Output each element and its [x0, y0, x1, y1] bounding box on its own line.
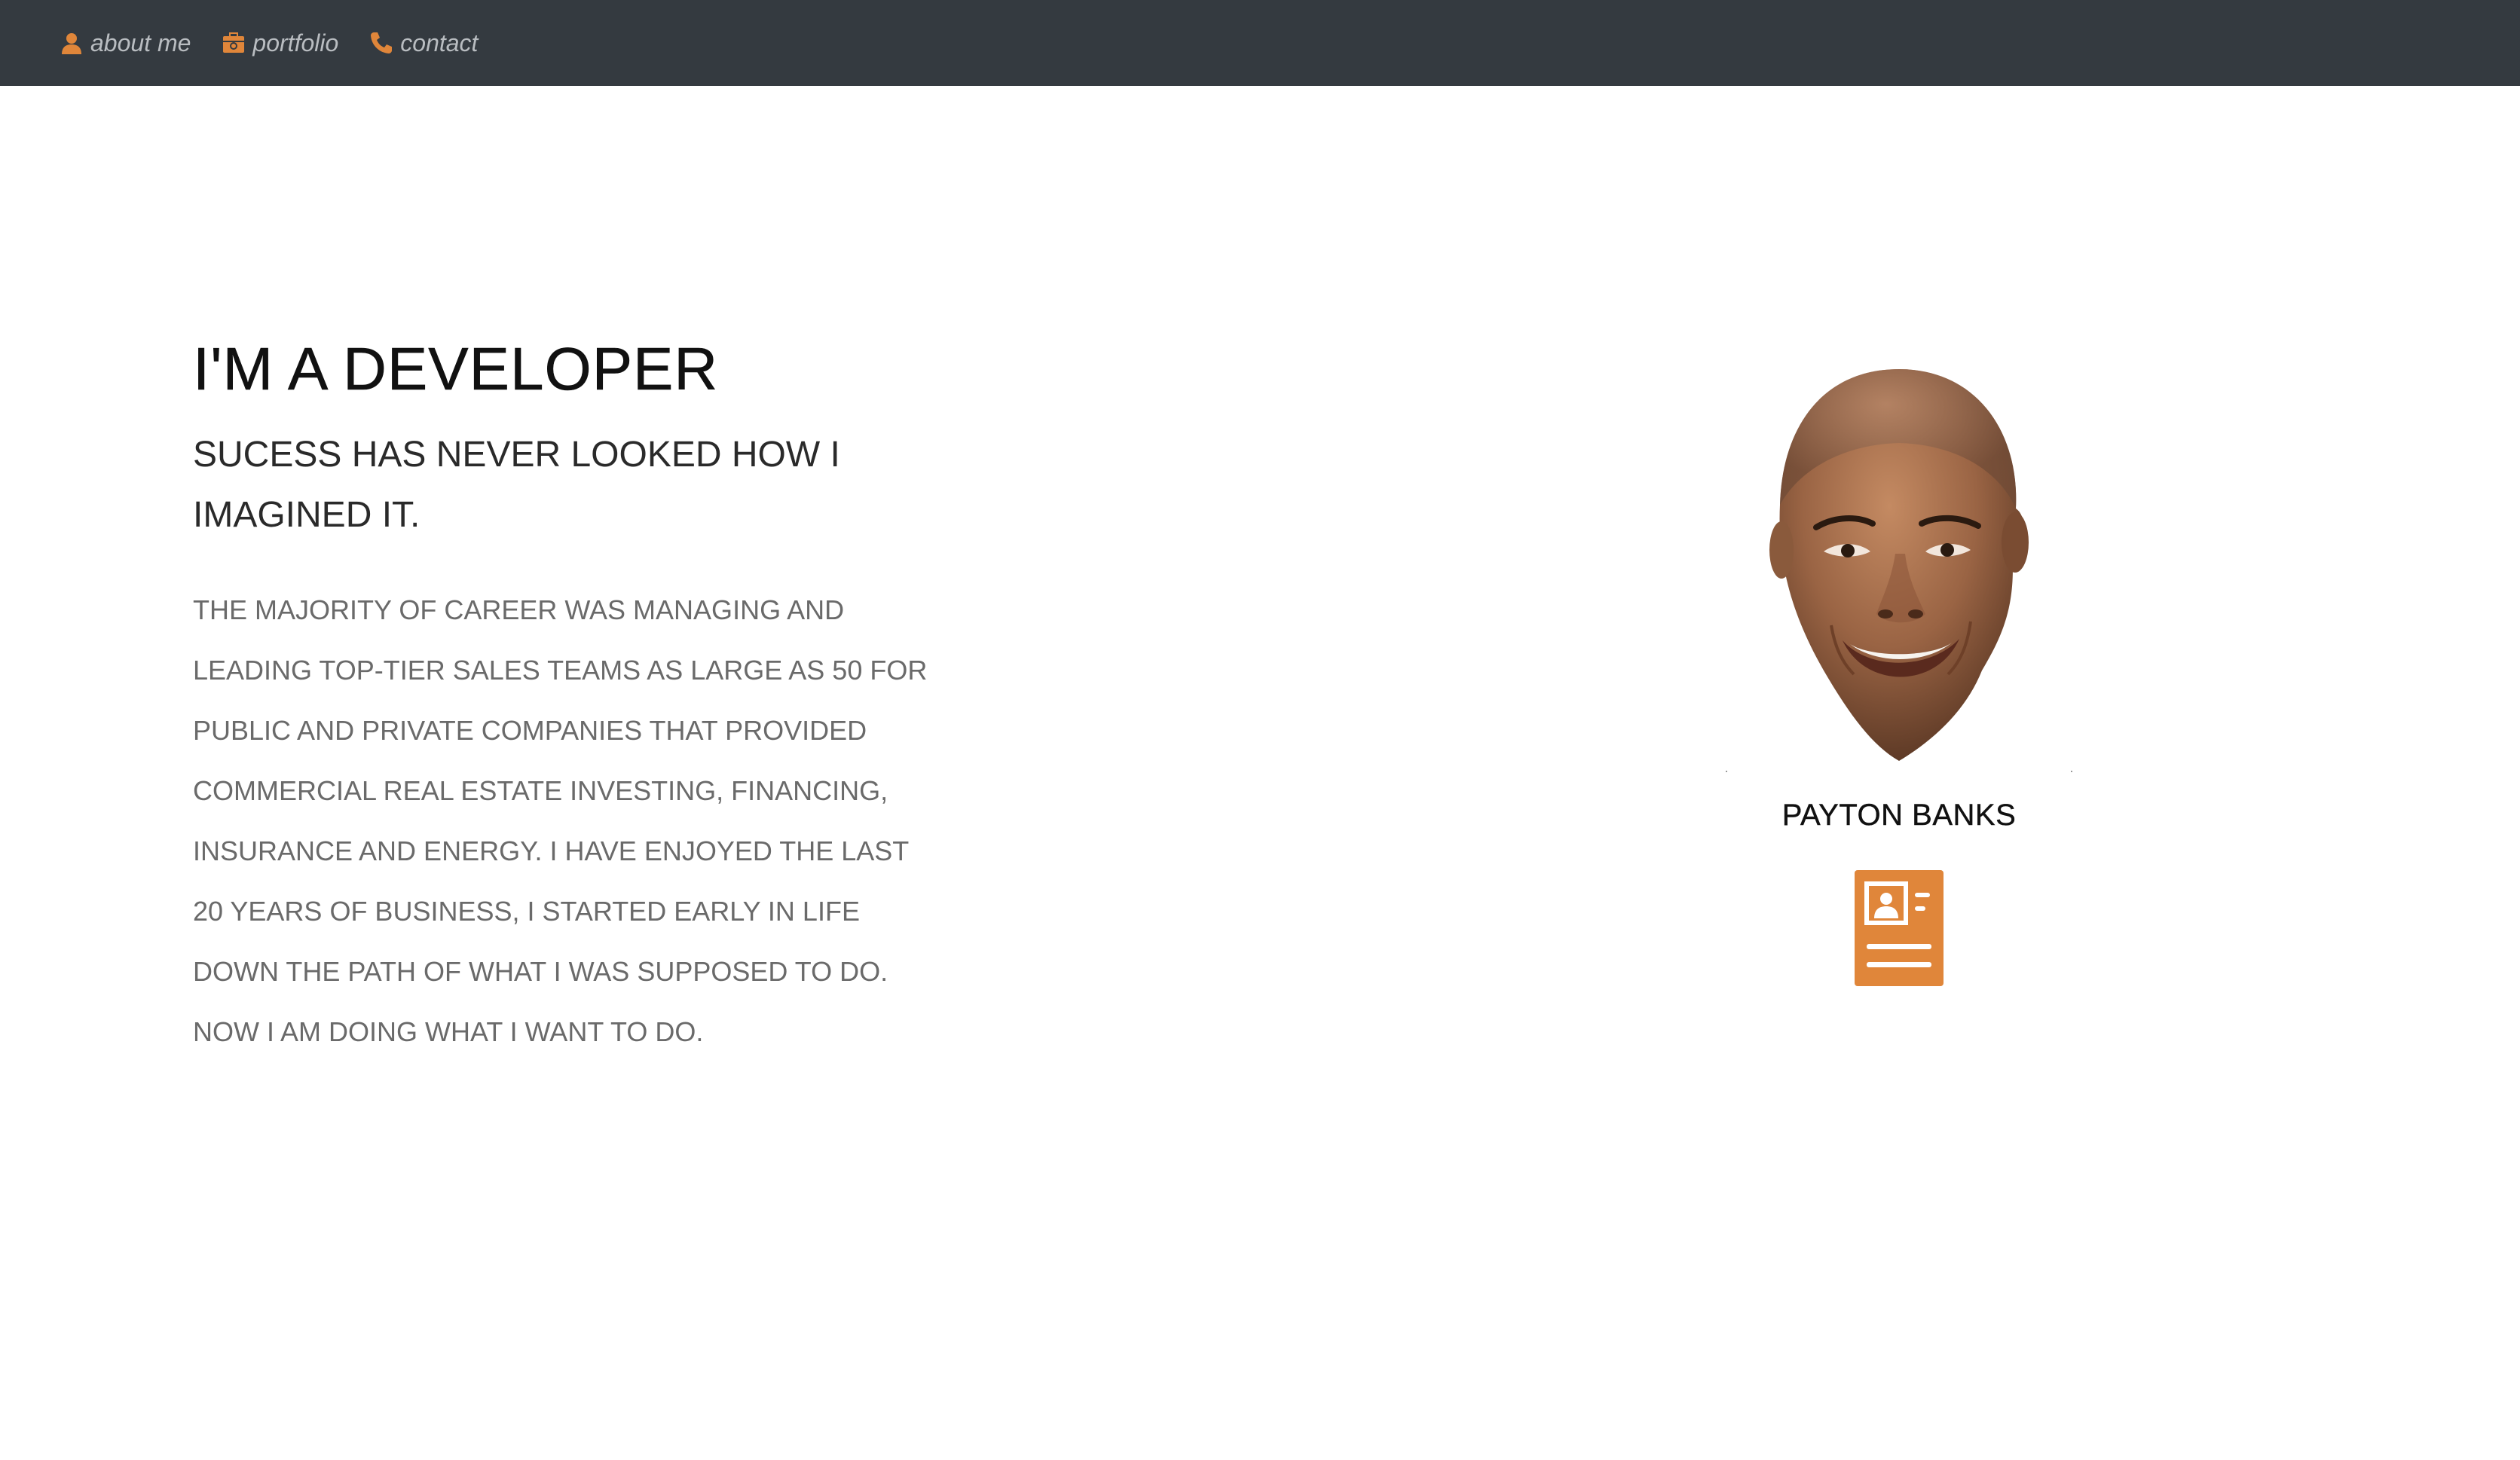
phone-icon: [371, 32, 393, 53]
nav-label-portfolio: portfolio: [252, 29, 339, 57]
hero-subheading: SUCESS HAS NEVER LOOKED HOW I IMAGINED I…: [193, 435, 840, 535]
nav-label-about-me: about me: [90, 29, 191, 57]
hero-section: I'M A DEVELOPER SUCESS HAS NEVER LOOKED …: [193, 331, 947, 1062]
profile-portrait: [1726, 369, 2072, 772]
nav-list: about me portfolio contact: [59, 0, 508, 86]
briefcase-icon: [223, 32, 245, 53]
nav-item-portfolio[interactable]: portfolio: [221, 29, 338, 57]
nav-label-contact: contact: [400, 29, 479, 57]
profile-name: PAYTON BANKS: [1781, 799, 2017, 832]
nav-item-about-me[interactable]: about me: [59, 29, 191, 57]
nav-item-contact[interactable]: contact: [369, 29, 478, 57]
person-icon: [62, 33, 81, 54]
top-navbar: about me portfolio contact: [0, 0, 2520, 86]
profile-card: PAYTON BANKS: [1658, 354, 2140, 986]
id-card-icon[interactable]: [1855, 870, 1944, 986]
page-title: I'M A DEVELOPER: [193, 335, 719, 403]
hero-body-text: THE MAJORITY OF CAREER WAS MANAGING AND …: [193, 594, 928, 1047]
